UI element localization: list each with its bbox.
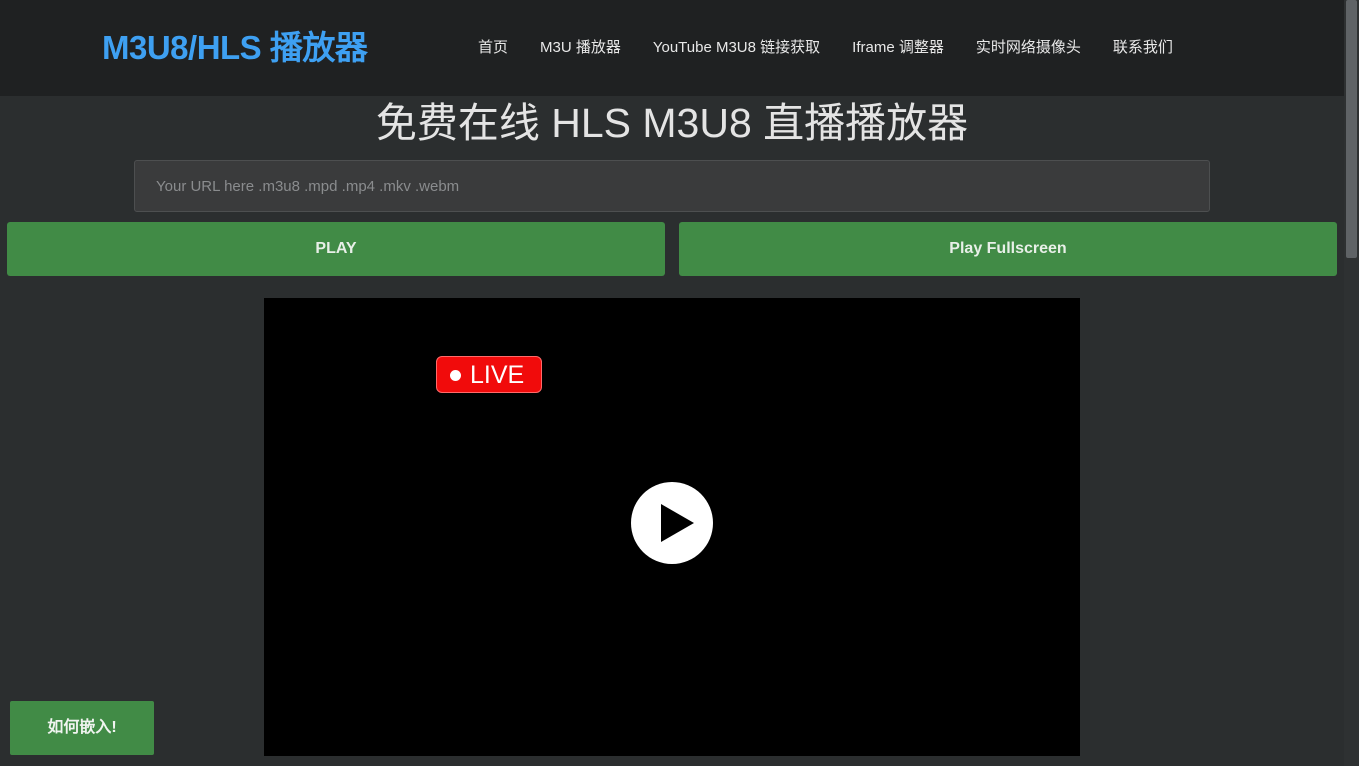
play-overlay-button[interactable] [631,482,713,564]
play-button[interactable]: PLAY [7,222,665,276]
site-logo[interactable]: M3U8/HLS 播放器 [102,28,368,68]
play-fullscreen-button[interactable]: Play Fullscreen [679,222,1337,276]
url-input[interactable] [134,160,1210,212]
live-badge-label: LIVE [470,361,525,389]
nav-menu: 首页 M3U 播放器 YouTube M3U8 链接获取 Iframe 调整器 … [462,36,1189,60]
play-icon [661,504,694,542]
navbar: M3U8/HLS 播放器 首页 M3U 播放器 YouTube M3U8 链接获… [0,0,1344,96]
scrollbar-thumb[interactable] [1346,0,1357,258]
nav-item-youtube-m3u8[interactable]: YouTube M3U8 链接获取 [637,36,836,60]
page-scrollbar[interactable] [1344,0,1359,766]
nav-item-contact[interactable]: 联系我们 [1097,36,1189,60]
how-to-embed-button[interactable]: 如何嵌入! [10,701,154,755]
live-dot-icon [450,370,461,381]
video-player[interactable]: LIVE [264,298,1080,756]
nav-item-home[interactable]: 首页 [462,36,524,60]
nav-item-live-webcams[interactable]: 实时网络摄像头 [960,36,1097,60]
live-badge: LIVE [436,356,542,393]
nav-item-iframe-resizer[interactable]: Iframe 调整器 [836,36,960,60]
page-title: 免费在线 HLS M3U8 直播播放器 [375,100,969,146]
nav-item-m3u-player[interactable]: M3U 播放器 [524,36,637,60]
